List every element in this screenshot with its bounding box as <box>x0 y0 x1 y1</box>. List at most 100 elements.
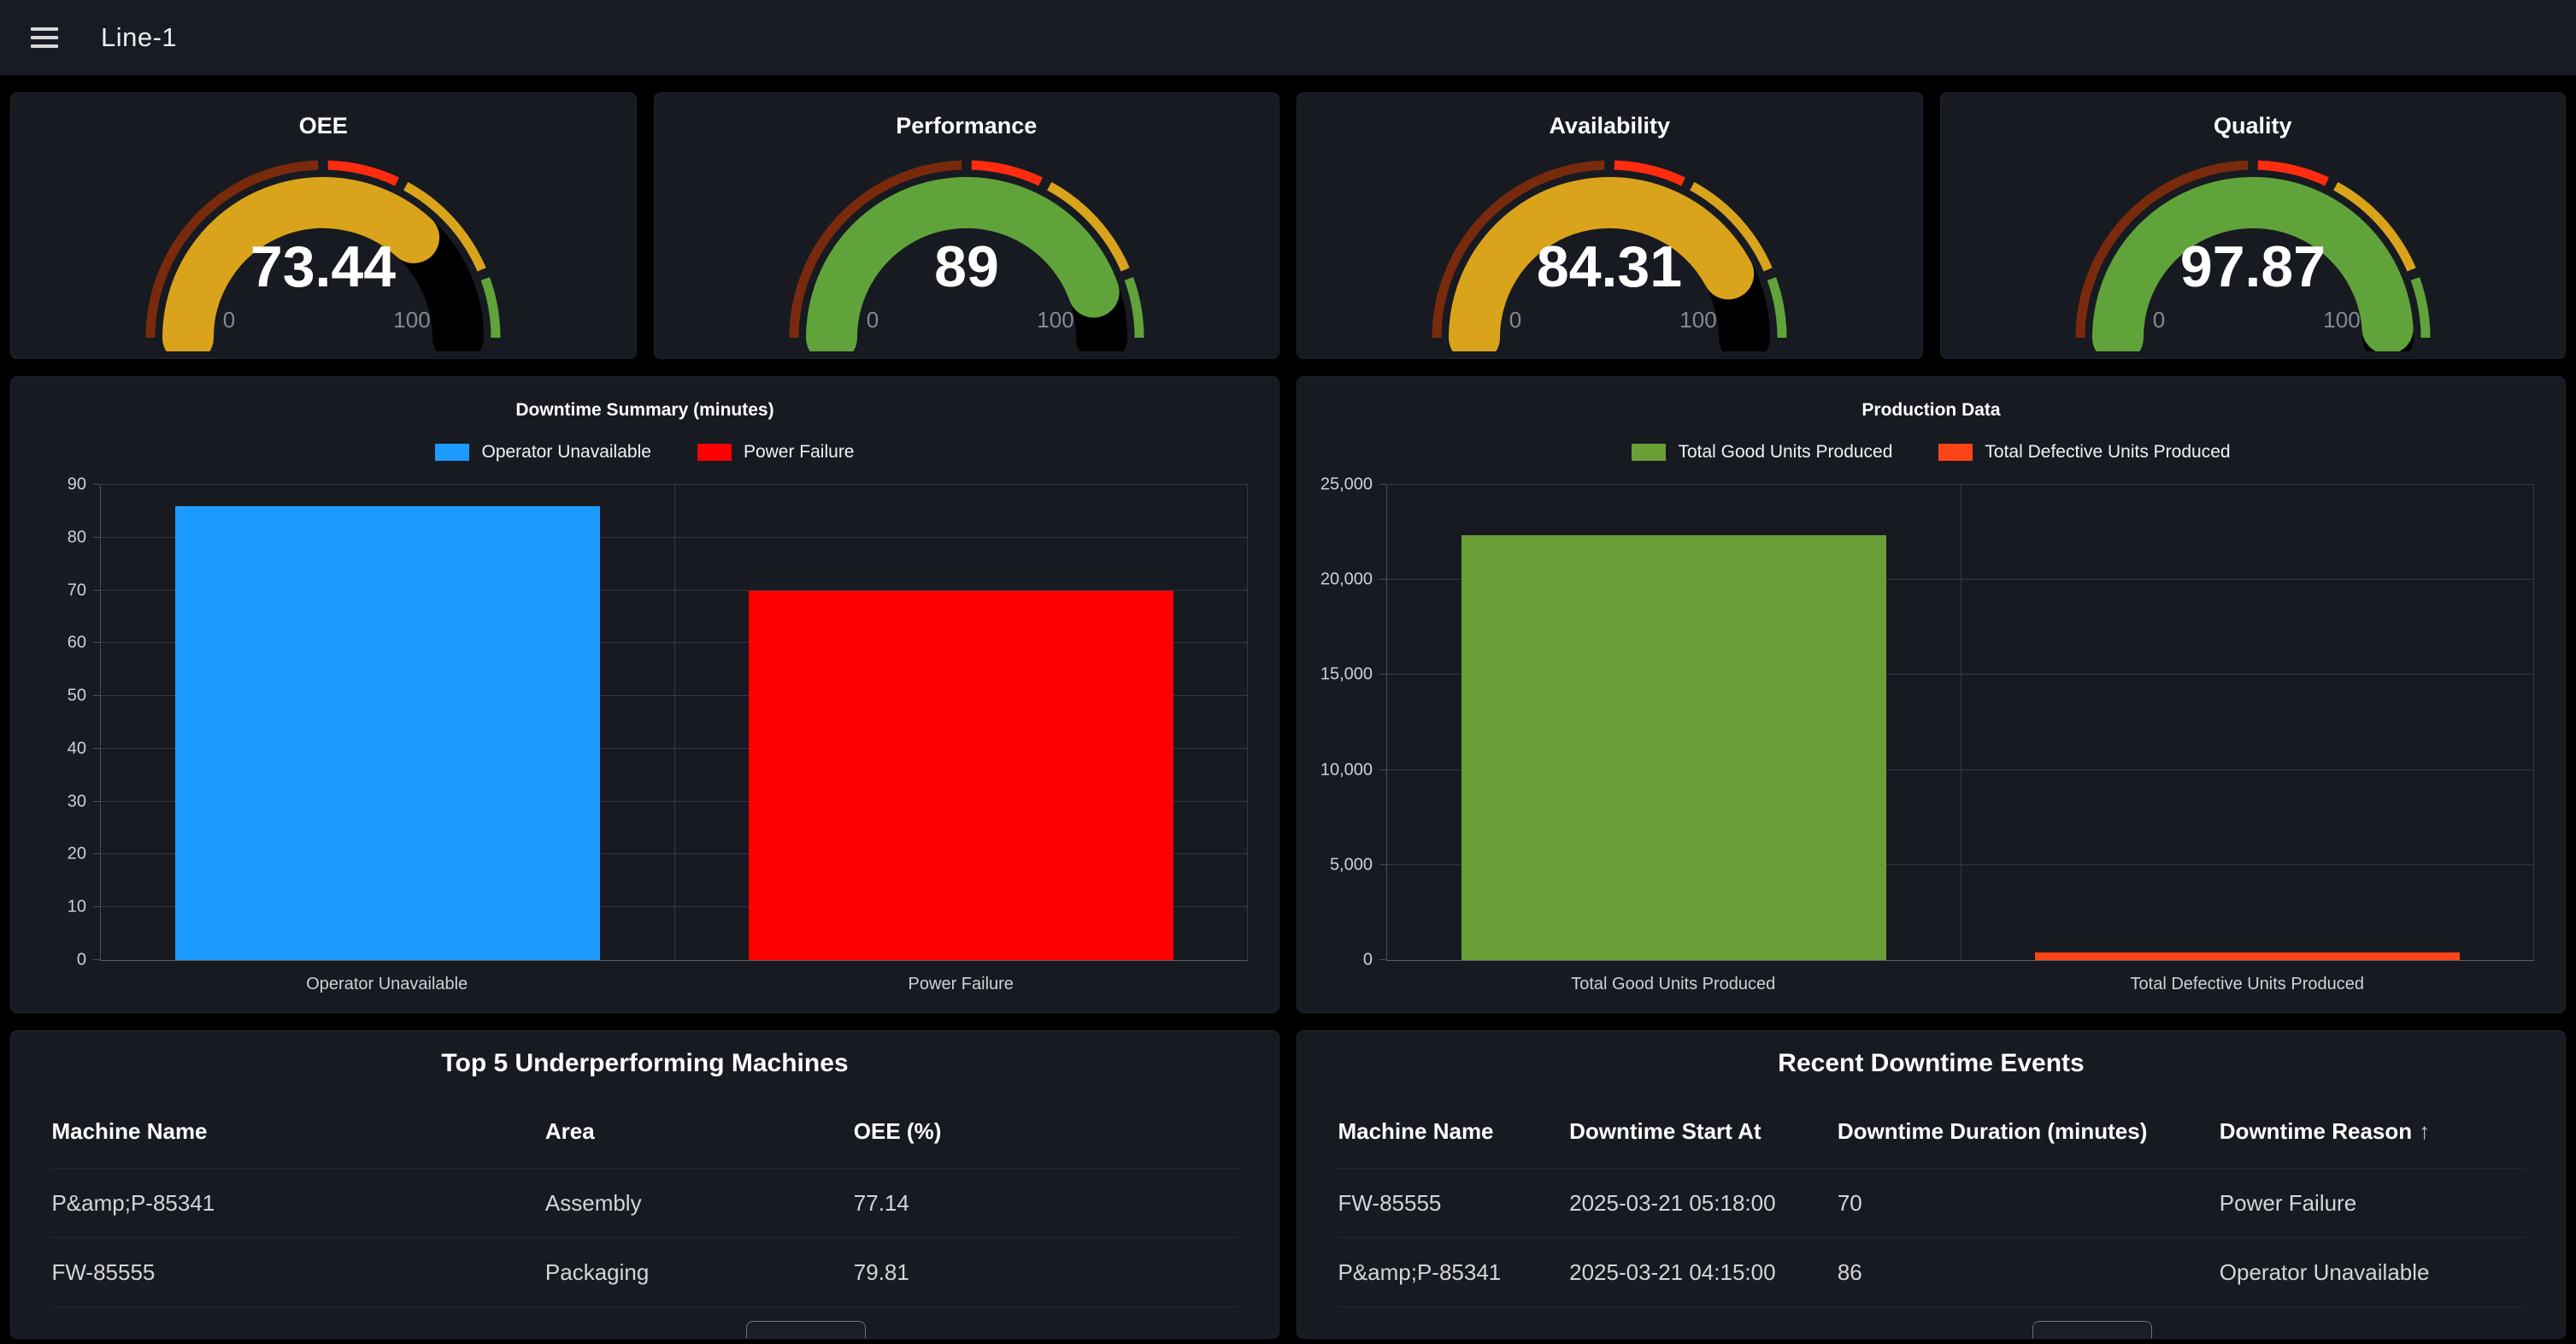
y-axis-labels: 0102030405060708090 <box>32 485 100 960</box>
column-header[interactable]: Area <box>545 1118 854 1145</box>
gauge-max-label: 100 <box>1680 307 1717 333</box>
chart-title: Production Data <box>1297 399 2565 421</box>
legend-swatch <box>435 444 469 461</box>
y-axis-tick-label: 0 <box>77 951 86 970</box>
table-end-separator <box>51 1306 1238 1307</box>
y-axis-tick <box>93 537 100 538</box>
chart-legend: Operator Unavailable Power Failure <box>11 442 1279 463</box>
plot-right-border <box>2533 485 2534 960</box>
x-axis-labels: Operator UnavailablePower Failure <box>100 975 1248 994</box>
production-data-chart-panel: Production Data Total Good Units Produce… <box>1297 376 2566 1013</box>
table-footer-button[interactable] <box>746 1321 866 1339</box>
y-axis-tick <box>93 642 100 643</box>
y-axis-tick-label: 0 <box>1363 951 1373 970</box>
table-cell: Assembly <box>545 1190 854 1217</box>
bar-plot <box>1386 485 2534 961</box>
underperforming-machines-panel: Top 5 Underperforming Machines Machine N… <box>10 1030 1279 1339</box>
y-axis-tick <box>93 801 100 802</box>
legend-item[interactable]: Total Good Units Produced <box>1632 442 1892 463</box>
legend-label: Total Defective Units Produced <box>1985 442 2230 463</box>
gauge-chart-availability: 010084.31 <box>1413 136 1806 351</box>
x-axis-labels: Total Good Units ProducedTotal Defective… <box>1386 975 2534 994</box>
table-title: Top 5 Underperforming Machines <box>11 1050 1279 1077</box>
legend-item[interactable]: Power Failure <box>697 442 855 463</box>
y-axis-tick-label: 20 <box>68 845 86 864</box>
gauge-value: 84.31 <box>1537 234 1682 299</box>
table-end-separator <box>1338 1306 2524 1307</box>
table-cell: 70 <box>1838 1190 2220 1217</box>
table-cell: FW-85555 <box>1338 1190 1569 1217</box>
y-axis-tick <box>93 590 100 591</box>
y-axis-tick-label: 90 <box>68 475 86 495</box>
column-header[interactable]: Downtime Start At <box>1569 1118 1838 1145</box>
table-header-row: Machine NameAreaOEE (%) <box>51 1094 1238 1168</box>
gauge-max-label: 100 <box>1037 307 1073 333</box>
legend-label: Operator Unavailable <box>481 442 650 463</box>
y-axis-tick-label: 70 <box>68 581 86 600</box>
y-axis-labels: 05,00010,00015,00020,00025,000 <box>1318 485 1386 960</box>
column-header[interactable]: Machine Name <box>1338 1118 1569 1145</box>
table-header-row: Machine NameDowntime Start AtDowntime Du… <box>1338 1094 2524 1168</box>
y-axis-tick-label: 50 <box>68 687 86 706</box>
y-axis-tick <box>93 484 100 485</box>
column-header[interactable]: Downtime Reason↑ <box>2220 1118 2525 1145</box>
table-cell: P&amp;P-85341 <box>51 1190 544 1217</box>
column-header[interactable]: OEE (%) <box>854 1118 1238 1145</box>
table-row: P&amp;P-85341Assembly77.14 <box>51 1168 1238 1237</box>
dashboard-grid: OEE 010073.44 Performance 010089 Availab… <box>0 75 2576 1339</box>
downtime-summary-chart-panel: Downtime Summary (minutes) Operator Unav… <box>10 376 1279 1013</box>
top-nav-bar: Line-1 <box>0 0 2576 75</box>
legend-label: Power Failure <box>744 442 855 463</box>
y-axis-tick <box>1379 769 1386 770</box>
y-axis-tick-label: 60 <box>68 634 86 653</box>
bar-power-failure <box>749 591 1173 960</box>
y-axis-tick <box>1379 959 1386 960</box>
menu-bar <box>31 44 58 48</box>
y-axis-tick <box>93 906 100 907</box>
table-cell: 2025-03-21 05:18:00 <box>1569 1190 1838 1217</box>
table-footer-button[interactable] <box>2032 1321 2152 1339</box>
gauge-min-label: 0 <box>867 307 879 333</box>
y-axis-tick-label: 10 <box>68 898 86 917</box>
column-header[interactable]: Machine Name <box>51 1118 544 1145</box>
bar-total-defective-units-produced <box>2035 952 2460 960</box>
table-cell: Packaging <box>545 1259 854 1286</box>
table-cell: Operator Unavailable <box>2220 1259 2525 1286</box>
bar-total-good-units-produced <box>1461 535 1886 960</box>
gauge-max-label: 100 <box>394 307 431 333</box>
gauge-value: 97.87 <box>2180 234 2326 299</box>
gauge-max-label: 100 <box>2323 307 2360 333</box>
y-axis-tick <box>1379 484 1386 485</box>
y-axis-tick <box>1379 674 1386 675</box>
table-cell: 79.81 <box>854 1259 1238 1286</box>
dashboard-title: Line-1 <box>101 22 177 53</box>
gauge-value: 73.44 <box>250 234 396 299</box>
y-axis-tick-label: 40 <box>68 739 86 758</box>
y-axis-tick <box>1379 579 1386 580</box>
legend-swatch <box>1632 444 1666 461</box>
y-axis-tick-label: 20,000 <box>1320 570 1373 590</box>
legend-item[interactable]: Operator Unavailable <box>435 442 650 463</box>
gauge-chart-oee: 010073.44 <box>126 136 520 351</box>
table-row: P&amp;P-853412025-03-21 04:15:0086Operat… <box>1338 1237 2524 1306</box>
y-axis-tick-label: 5,000 <box>1330 855 1373 875</box>
table-title: Recent Downtime Events <box>1297 1050 2565 1077</box>
recent-downtime-events-panel: Recent Downtime Events Machine NameDownt… <box>1297 1030 2566 1339</box>
legend-item[interactable]: Total Defective Units Produced <box>1938 442 2230 463</box>
gauge-panel-quality: Quality 010097.87 <box>1940 92 2567 359</box>
table-row: Top 5 Underperforming Machines Machine N… <box>10 1030 2566 1339</box>
table-cell: P&amp;P-85341 <box>1338 1259 1569 1286</box>
menu-bar <box>31 36 58 39</box>
table-cell: Power Failure <box>2220 1190 2525 1217</box>
y-axis-tick-label: 10,000 <box>1320 760 1373 780</box>
gauge-threshold-arc <box>485 279 496 338</box>
legend-swatch <box>697 444 732 461</box>
y-axis-tick <box>93 695 100 696</box>
gauge-panel-oee: OEE 010073.44 <box>10 92 637 359</box>
gauge-min-label: 0 <box>2153 307 2165 333</box>
menu-icon[interactable] <box>26 22 63 53</box>
chart-row: Downtime Summary (minutes) Operator Unav… <box>10 376 2566 1013</box>
y-axis-tick <box>93 959 100 960</box>
table-cell: FW-85555 <box>51 1259 544 1286</box>
column-header[interactable]: Downtime Duration (minutes) <box>1838 1118 2220 1145</box>
